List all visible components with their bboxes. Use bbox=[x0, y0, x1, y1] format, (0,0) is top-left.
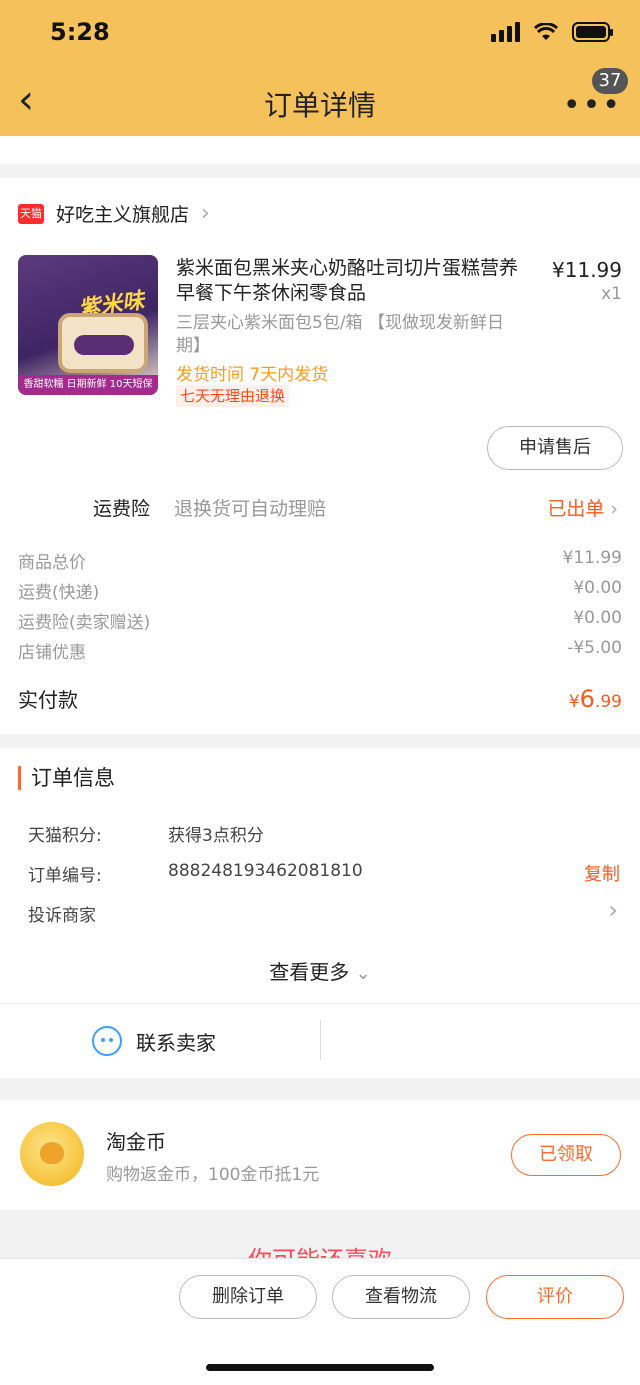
chevron-right-icon: › bbox=[608, 896, 618, 924]
product-title[interactable]: 紫米面包黑米夹心奶酪吐司切片蛋糕营养早餐下午茶休闲零食品 bbox=[176, 256, 532, 306]
points-label: 天猫积分: bbox=[28, 826, 102, 846]
view-logistics-button[interactable]: 查看物流 bbox=[332, 1275, 470, 1319]
fee-value: ¥0.00 bbox=[573, 578, 622, 598]
insurance-status-text: 已出单 bbox=[547, 498, 605, 520]
tmall-icon: 天猫 bbox=[18, 203, 44, 224]
fee-row: 商品总价 ¥11.99 bbox=[18, 548, 622, 573]
divider bbox=[0, 1003, 640, 1004]
order-info-title: 订单信息 bbox=[18, 766, 115, 790]
points-value: 获得3点积分 bbox=[168, 826, 264, 846]
coins-title: 淘金币 bbox=[106, 1130, 166, 1154]
contact-seller-button[interactable]: 联系卖家 bbox=[92, 1026, 216, 1056]
fee-value: -¥5.00 bbox=[567, 638, 622, 658]
fee-value: ¥11.99 bbox=[562, 548, 622, 568]
shipping-insurance-status[interactable]: 已出单 › bbox=[547, 494, 618, 521]
contact-seller-label: 联系卖家 bbox=[136, 1030, 216, 1055]
review-button[interactable]: 评价 bbox=[486, 1275, 624, 1319]
product-image-ribbon: 香甜软糯 日期新鲜 10天短保 bbox=[18, 375, 158, 395]
wifi-icon bbox=[534, 23, 558, 40]
product-sku: 三层夹心紫米面包5包/箱 【现做现发新鲜日期】 bbox=[176, 313, 504, 356]
product-image[interactable]: 紫米味 香甜软糯 日期新鲜 10天短保 bbox=[18, 255, 158, 395]
delete-order-button[interactable]: 删除订单 bbox=[179, 1275, 317, 1319]
coin-icon bbox=[20, 1122, 84, 1186]
fee-row: 店铺优惠 -¥5.00 bbox=[18, 638, 622, 663]
ship-time: 发货时间 7天内发货 bbox=[176, 365, 329, 385]
signal-icon bbox=[491, 22, 520, 42]
total-value: ¥6.99 bbox=[568, 685, 622, 713]
after-sale-button[interactable]: 申请售后 bbox=[487, 426, 623, 470]
chevron-down-icon: ⌄ bbox=[355, 963, 371, 984]
order-number-value: 888248193462081810 bbox=[168, 861, 363, 881]
fee-label: 店铺优惠 bbox=[18, 643, 86, 663]
coins-desc: 购物返金币，100金币抵1元 bbox=[106, 1165, 320, 1185]
product-price: ¥11.99 bbox=[552, 258, 622, 282]
fee-row: 运费(快递) ¥0.00 bbox=[18, 578, 622, 603]
store-row[interactable]: 天猫 好吃主义旗舰店 › bbox=[18, 200, 210, 227]
order-number-label: 订单编号: bbox=[28, 866, 102, 886]
shipping-insurance-label: 运费险 bbox=[93, 498, 151, 520]
chevron-right-icon: › bbox=[201, 201, 210, 226]
view-more-button[interactable]: 查看更多 ⌄ bbox=[0, 956, 640, 985]
fee-row: 运费险(卖家赠送) ¥0.00 bbox=[18, 608, 622, 633]
copy-order-number-button[interactable]: 复制 bbox=[584, 860, 620, 886]
fee-value: ¥0.00 bbox=[573, 608, 622, 628]
battery-icon bbox=[572, 22, 613, 42]
shipping-insurance-desc: 退换货可自动理赔 bbox=[174, 498, 327, 520]
complaint-link[interactable]: 投诉商家 bbox=[28, 901, 96, 926]
coins-claimed-button[interactable]: 已领取 bbox=[511, 1134, 621, 1176]
status-icons bbox=[491, 22, 613, 42]
store-name: 好吃主义旗舰店 bbox=[56, 204, 190, 226]
status-time: 5:28 bbox=[50, 18, 110, 46]
bread-illustration bbox=[58, 313, 148, 373]
chevron-right-icon: › bbox=[610, 498, 618, 520]
total-row: 实付款 ¥6.99 bbox=[18, 684, 622, 713]
fee-label: 运费险(卖家赠送) bbox=[18, 613, 151, 633]
divider bbox=[320, 1020, 321, 1060]
chat-icon bbox=[92, 1026, 122, 1056]
total-label: 实付款 bbox=[18, 688, 78, 712]
return-policy-tag: 七天无理由退换 bbox=[176, 385, 290, 407]
fee-label: 运费(快递) bbox=[18, 583, 100, 603]
product-quantity: x1 bbox=[601, 284, 622, 304]
fee-label: 商品总价 bbox=[18, 553, 86, 573]
home-indicator bbox=[206, 1364, 434, 1371]
view-more-label: 查看更多 bbox=[269, 960, 350, 984]
page-title: 订单详情 bbox=[263, 89, 376, 122]
more-menu-icon[interactable]: ••• bbox=[563, 91, 622, 121]
header: 5:28 ‹ 订单详情 37 ••• bbox=[0, 0, 640, 136]
previous-section bbox=[0, 136, 640, 164]
